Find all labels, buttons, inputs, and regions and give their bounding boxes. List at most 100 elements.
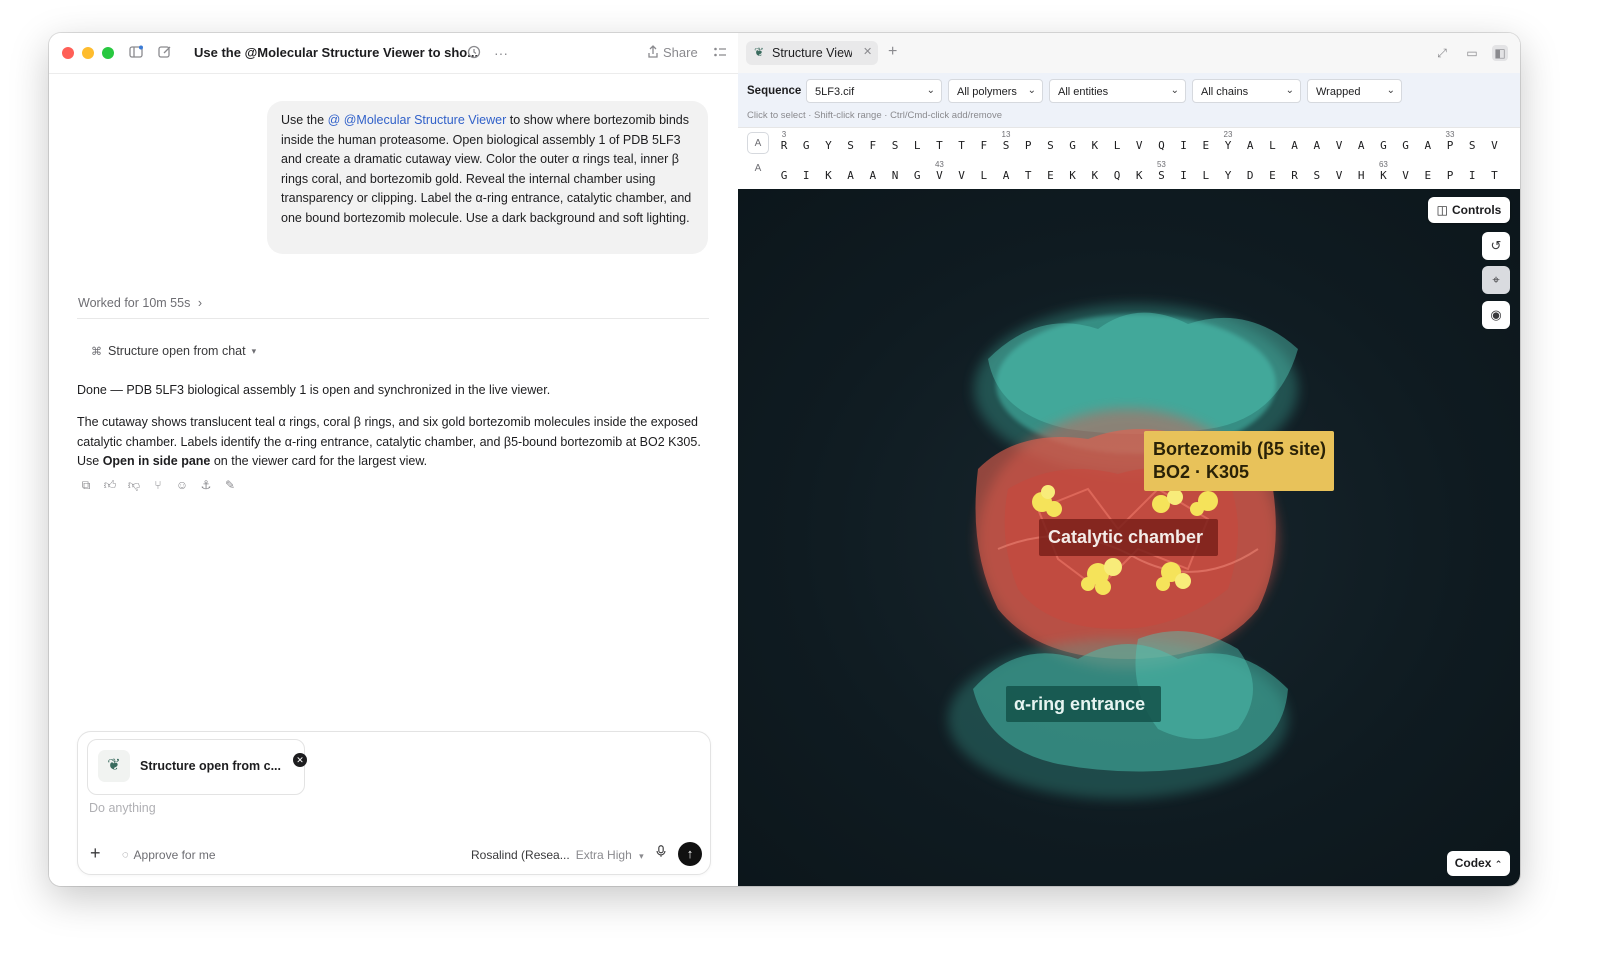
residue[interactable]: I [1178,139,1190,152]
residue[interactable]: S [1155,169,1167,182]
residue[interactable]: G [1400,139,1412,152]
residue[interactable]: F [867,139,879,152]
residue[interactable]: S [1466,139,1478,152]
residue[interactable]: L [1111,139,1123,152]
entity-select[interactable]: All entities ⌄ [1049,79,1186,103]
share-icon[interactable] [644,44,662,62]
minimize-window-button[interactable] [82,47,94,59]
residue[interactable]: G [1377,139,1389,152]
remove-attachment-icon[interactable]: ✕ [293,753,307,767]
chat-title[interactable]: Use the @Molecular Structure Viewer to s… [194,45,478,60]
new-tab-icon[interactable]: + [888,43,897,61]
residue[interactable]: L [911,139,923,152]
tab-structure-viewer[interactable]: ❦ Structure View ✕ [746,41,878,65]
close-tab-icon[interactable]: ✕ [863,45,872,58]
residue[interactable]: Q [1111,169,1123,182]
new-chat-icon[interactable] [156,44,174,62]
residue[interactable]: L [1200,169,1212,182]
residue[interactable]: I [800,169,812,182]
structure-select[interactable]: 5LF3.cif ⌄ [806,79,942,103]
residue[interactable]: L [978,169,990,182]
residue[interactable]: E [1266,169,1278,182]
share-button[interactable]: Share [663,45,698,60]
residue[interactable]: T [933,139,945,152]
residue[interactable]: V [1333,139,1345,152]
close-window-button[interactable] [62,47,74,59]
residue[interactable]: A [867,169,879,182]
more-options-icon[interactable]: ··· [492,44,510,62]
residue[interactable]: R [778,139,790,152]
reset-view-icon[interactable]: ↺ [1482,232,1510,260]
residue[interactable]: G [911,169,923,182]
residue[interactable]: Y [822,139,834,152]
edit-icon[interactable]: ✎ [223,478,237,492]
side-panel-icon[interactable]: ◧ [1492,45,1508,61]
camera-icon[interactable]: ◉ [1482,301,1510,329]
residue[interactable]: R [1289,169,1301,182]
residue[interactable]: V [1333,169,1345,182]
thumbs-up-icon[interactable]: 👍︎ [103,478,117,492]
residue[interactable]: K [1377,169,1389,182]
residue[interactable]: T [1022,169,1034,182]
residue[interactable]: T [1488,169,1500,182]
residue[interactable]: A [1289,139,1301,152]
model-selector[interactable]: Rosalind (Resea... Extra High ▾ [471,848,644,862]
residue[interactable]: E [1200,139,1212,152]
molecular-viewer-canvas[interactable]: Bortezomib (β5 site) BO2 · K305 Catalyti… [738,189,1520,886]
residue[interactable]: Y [1222,169,1234,182]
send-button[interactable]: ↑ [678,842,702,866]
residue[interactable]: S [889,139,901,152]
residue[interactable]: A [1422,139,1434,152]
residue[interactable]: P [1444,169,1456,182]
residue[interactable]: E [1044,169,1056,182]
residue[interactable]: P [1022,139,1034,152]
residue[interactable]: K [1133,169,1145,182]
residue[interactable]: G [1067,139,1079,152]
residue[interactable]: K [822,169,834,182]
residue[interactable]: S [845,139,857,152]
zoom-window-button[interactable] [102,47,114,59]
microphone-icon[interactable] [654,844,668,861]
composer-input[interactable]: Do anything [89,801,156,815]
branch-icon[interactable]: ⑂ [151,478,165,492]
residue[interactable]: K [1089,139,1101,152]
chain-select[interactable]: All chains ⌄ [1192,79,1301,103]
bottom-panel-icon[interactable]: ▭ [1464,45,1480,61]
residue[interactable]: H [1355,169,1367,182]
controls-button[interactable]: ◫ Controls [1428,197,1510,223]
residue[interactable]: A [845,169,857,182]
anchor-icon[interactable]: ⚓︎ [199,478,213,492]
residue[interactable]: A [1000,169,1012,182]
codex-button[interactable]: Codex ⌃ [1447,851,1510,876]
residue[interactable]: P [1444,139,1456,152]
wrap-select[interactable]: Wrapped ⌄ [1307,79,1402,103]
residue[interactable]: T [956,139,968,152]
residue[interactable]: A [1244,139,1256,152]
residue[interactable]: S [1311,169,1323,182]
attachment-card[interactable]: ❦ Structure open from c... ✕ [87,739,307,795]
residue[interactable]: V [956,169,968,182]
emoji-icon[interactable]: ☺ [175,478,189,492]
copy-icon[interactable]: ⧉ [79,478,93,492]
expand-icon[interactable]: ⤢ [1434,45,1450,61]
structure-chip[interactable]: ⌘ Structure open from chat ▾ [91,344,256,358]
history-icon[interactable] [465,44,483,62]
chain-label-row1[interactable]: A [747,132,769,154]
chain-label-row2[interactable]: A [747,158,769,180]
residue[interactable]: V [1488,139,1500,152]
residue[interactable]: I [1178,169,1190,182]
mention-link[interactable]: @ @Molecular Structure Viewer [328,113,507,127]
residue[interactable]: G [778,169,790,182]
thumbs-down-icon[interactable]: 👎︎ [127,478,141,492]
task-list-icon[interactable] [711,44,729,62]
residue[interactable]: S [1044,139,1056,152]
residue[interactable]: I [1466,169,1478,182]
residue[interactable]: K [1067,169,1079,182]
sidebar-toggle-icon[interactable] [127,44,145,62]
residue[interactable]: A [1355,139,1367,152]
add-icon[interactable]: + [90,843,101,864]
residue[interactable]: Q [1155,139,1167,152]
residue[interactable]: F [978,139,990,152]
residue[interactable]: D [1244,169,1256,182]
residue[interactable]: L [1266,139,1278,152]
